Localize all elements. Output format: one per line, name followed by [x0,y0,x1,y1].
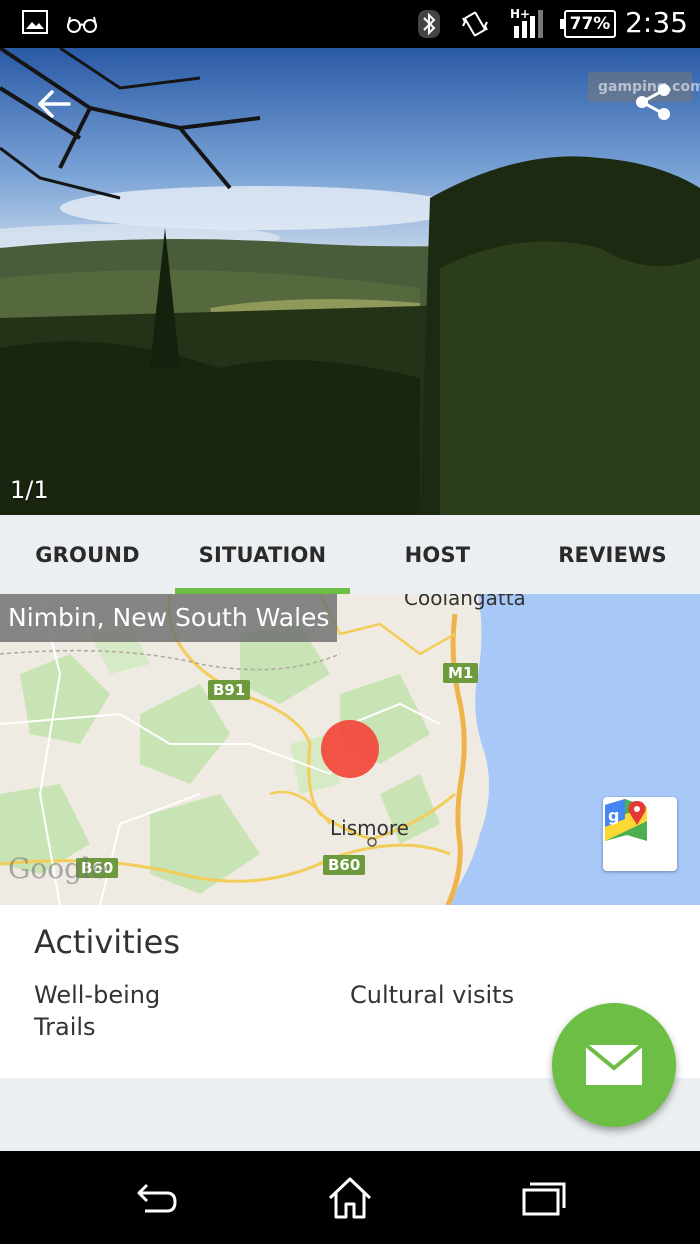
location-label: Nimbin, New South Wales [0,594,338,642]
google-maps-icon: g [605,799,647,841]
signal-icon: H+ [510,6,552,44]
town-label-coolangatta: Coolangatta [404,594,526,610]
nav-recents-button[interactable] [516,1173,572,1223]
header-photo[interactable]: gamping.com 1/1 [0,48,700,515]
nav-back-icon [137,1183,177,1213]
bluetooth-icon [418,10,440,42]
gallery-icon [22,10,48,38]
svg-text:H+: H+ [510,7,530,21]
road-shield-b60: B60 [323,855,366,875]
nav-back-button[interactable] [128,1173,184,1223]
tab-situation[interactable]: SITUATION [175,515,350,594]
contact-host-button[interactable] [552,1003,676,1127]
share-icon [636,84,670,120]
share-button[interactable] [628,76,680,128]
glasses-icon [66,14,98,38]
svg-text:g: g [608,806,619,825]
tab-ground[interactable]: GROUND [0,515,175,594]
envelope-icon [585,1044,643,1085]
map-pin[interactable] [321,720,379,778]
status-time: 2:35 [625,6,688,39]
landscape-scene [0,48,700,515]
system-nav-bar [0,1151,700,1244]
vibrate-icon [460,10,490,42]
photo-counter: 1/1 [10,476,49,504]
nav-home-button[interactable] [322,1173,378,1223]
status-bar: H+ 77% 2:35 [0,0,700,48]
activity-item: Cultural visits [350,981,515,1009]
battery-indicator: 77% [560,10,616,38]
tab-bar: GROUND SITUATION HOST REVIEWS [0,515,700,594]
location-map[interactable]: Nimbin, New South Wales Coolangatta Lism… [0,594,700,905]
google-attribution: Google [8,852,108,885]
activity-item: Trails [34,1013,96,1041]
road-shield-b91: B91 [208,680,251,700]
activity-item: Well-being [34,981,161,1009]
activities-title: Activities [34,923,180,961]
nav-recents-icon [522,1182,566,1216]
tab-reviews[interactable]: REVIEWS [525,515,700,594]
tab-host[interactable]: HOST [350,515,525,594]
open-in-maps-button[interactable]: g [603,797,677,871]
back-arrow-icon [38,90,71,118]
back-button[interactable] [30,80,78,128]
town-label-lismore: Lismore [330,816,409,840]
road-shield-m1: M1 [443,663,479,683]
nav-home-icon [328,1177,372,1219]
